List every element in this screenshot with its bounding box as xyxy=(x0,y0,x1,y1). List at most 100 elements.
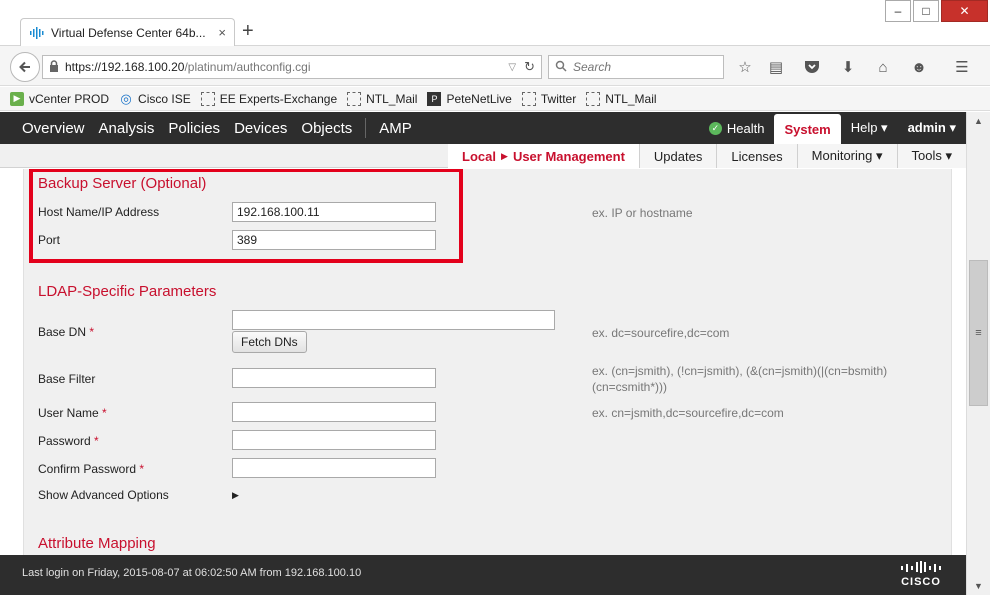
nav-system[interactable]: System xyxy=(774,114,841,144)
base-filter-label: Base Filter xyxy=(38,372,96,386)
user-name-input[interactable] xyxy=(232,402,436,422)
search-input[interactable] xyxy=(573,60,713,74)
browser-titlebar: Virtual Defense Center 64b... × + – □ ✕ xyxy=(0,0,990,46)
nav-divider xyxy=(365,118,367,138)
vcenter-icon: ▶ xyxy=(10,91,24,106)
bookmark-twitter[interactable]: Twitter xyxy=(521,91,577,106)
bookmark-star-icon[interactable]: ☆ xyxy=(734,56,756,78)
tab-title: Virtual Defense Center 64b... xyxy=(51,25,206,40)
health-check-icon: ✓ xyxy=(708,121,722,135)
password-label: Password * xyxy=(38,434,99,448)
back-button[interactable] xyxy=(10,52,40,82)
required-mark: * xyxy=(139,462,145,476)
confirm-password-label: Confirm Password * xyxy=(38,462,144,476)
maximize-button[interactable]: □ xyxy=(913,0,939,22)
scroll-up-icon[interactable]: ▲ xyxy=(967,112,990,130)
download-icon[interactable]: ⬇ xyxy=(837,56,859,78)
user-name-label: User Name * xyxy=(38,406,107,420)
url-dropdown-icon[interactable]: ▽ xyxy=(508,62,516,73)
petenetlive-icon: P xyxy=(427,91,442,106)
attribute-mapping-heading: Attribute Mapping xyxy=(38,535,156,552)
fetch-dns-button[interactable]: Fetch DNs xyxy=(232,331,307,353)
reload-icon[interactable]: ↻ xyxy=(524,59,535,75)
bookmark-label: EE Experts-Exchange xyxy=(219,91,338,106)
vertical-scrollbar[interactable]: ▲ ≡ ▼ xyxy=(966,112,990,595)
base-dn-input[interactable] xyxy=(232,310,555,330)
blank-page-icon xyxy=(200,91,215,106)
breadcrumb-arrow-icon: ▶ xyxy=(501,150,508,161)
blank-page-icon xyxy=(521,91,536,106)
show-advanced-label[interactable]: Show Advanced Options xyxy=(38,488,169,502)
blank-page-icon xyxy=(347,91,362,106)
home-icon[interactable]: ⌂ xyxy=(872,56,894,78)
hamburger-menu-icon[interactable]: ☰ xyxy=(951,56,973,78)
last-login-text: Last login on Friday, 2015-08-07 at 06:0… xyxy=(22,567,362,579)
bookmark-vcenter-prod[interactable]: ▶ vCenter PROD xyxy=(10,91,110,106)
bookmark-petenetlive[interactable]: P PeteNetLive xyxy=(427,91,512,106)
blank-page-icon xyxy=(586,91,601,106)
subnav-monitoring[interactable]: Monitoring ▾ xyxy=(796,144,897,168)
bookmark-label: Twitter xyxy=(540,91,577,106)
subnav-licenses[interactable]: Licenses xyxy=(716,144,797,168)
subnav-local-user-management[interactable]: Local ▶ User Management xyxy=(448,144,639,168)
cisco-logo: CISCO xyxy=(896,561,946,589)
host-name-hint: ex. IP or hostname xyxy=(592,206,693,220)
nav-policies[interactable]: Policies xyxy=(161,112,227,144)
new-tab-button[interactable]: + xyxy=(242,20,254,43)
back-arrow-icon xyxy=(19,61,30,73)
subnav-local[interactable]: Local xyxy=(462,149,496,164)
cisco-bars-icon xyxy=(901,561,941,573)
bookmark-label: vCenter PROD xyxy=(29,91,110,106)
cisco-ise-icon: ◎ xyxy=(120,90,132,106)
base-dn-label-text: Base DN xyxy=(38,325,87,339)
expand-arrow-icon[interactable]: ▶ xyxy=(232,490,239,501)
bookmarks-bar: ▶ vCenter PROD ◎ Cisco ISE EE Experts-Exch… xyxy=(0,87,990,111)
url-host: https://192.168.100.20 xyxy=(65,60,185,74)
bookmark-label: PeteNetLive xyxy=(446,91,512,106)
pocket-icon[interactable] xyxy=(801,56,823,78)
bookmark-cisco-ise[interactable]: ◎ Cisco ISE xyxy=(119,90,191,106)
reading-list-icon[interactable]: ▤ xyxy=(765,56,787,78)
user-name-label-text: User Name xyxy=(38,406,99,420)
bookmark-label: NTL_Mail xyxy=(366,91,418,106)
nav-help[interactable]: Help ▾ xyxy=(841,120,898,136)
search-box[interactable] xyxy=(548,55,724,79)
url-text[interactable]: https://192.168.100.20/platinum/authconf… xyxy=(65,60,502,74)
base-filter-input[interactable] xyxy=(232,368,436,388)
nav-right-group: ✓ Health System Help ▾ admin ▾ xyxy=(699,112,966,144)
nav-health[interactable]: ✓ Health xyxy=(699,121,775,136)
nav-user-menu[interactable]: admin ▾ xyxy=(898,120,966,136)
cisco-favicon-icon xyxy=(29,25,45,41)
subnav-tools[interactable]: Tools ▾ xyxy=(896,144,966,168)
nav-analysis[interactable]: Analysis xyxy=(92,112,162,144)
lock-icon xyxy=(49,59,59,75)
nav-devices[interactable]: Devices xyxy=(227,112,294,144)
subnav-user-management[interactable]: User Management xyxy=(513,149,625,164)
bookmark-ntl-mail[interactable]: NTL_Mail xyxy=(347,91,418,106)
base-dn-label: Base DN * xyxy=(38,325,94,339)
nav-objects[interactable]: Objects xyxy=(294,112,359,144)
bookmark-ntl-mail-2[interactable]: NTL_Mail xyxy=(586,91,657,106)
minimize-button[interactable]: – xyxy=(885,0,911,22)
scroll-down-icon[interactable]: ▼ xyxy=(967,577,990,595)
page-content: Backup Server (Optional) Host Name/IP Ad… xyxy=(0,169,966,555)
scroll-thumb[interactable]: ≡ xyxy=(969,260,988,406)
address-bar[interactable]: https://192.168.100.20/platinum/authconf… xyxy=(42,55,542,79)
password-label-text: Password xyxy=(38,434,91,448)
emoji-icon[interactable]: ☻ xyxy=(908,56,930,78)
bookmark-experts-exchange[interactable]: EE Experts-Exchange xyxy=(200,91,338,106)
close-window-button[interactable]: ✕ xyxy=(941,0,988,22)
nav-overview[interactable]: Overview xyxy=(0,112,92,144)
required-mark: * xyxy=(94,434,99,448)
cisco-logo-text: CISCO xyxy=(901,576,941,588)
confirm-password-input[interactable] xyxy=(232,458,436,478)
nav-amp[interactable]: AMP xyxy=(372,112,419,144)
bookmark-label: Cisco ISE xyxy=(138,91,191,106)
confirm-password-label-text: Confirm Password xyxy=(38,462,137,476)
tab-close-icon[interactable]: × xyxy=(218,25,226,40)
browser-tab[interactable]: Virtual Defense Center 64b... × xyxy=(20,18,235,46)
base-dn-hint: ex. dc=sourcefire,dc=com xyxy=(592,326,730,340)
highlight-box xyxy=(29,169,463,263)
password-input[interactable] xyxy=(232,430,436,450)
subnav-updates[interactable]: Updates xyxy=(638,144,717,168)
